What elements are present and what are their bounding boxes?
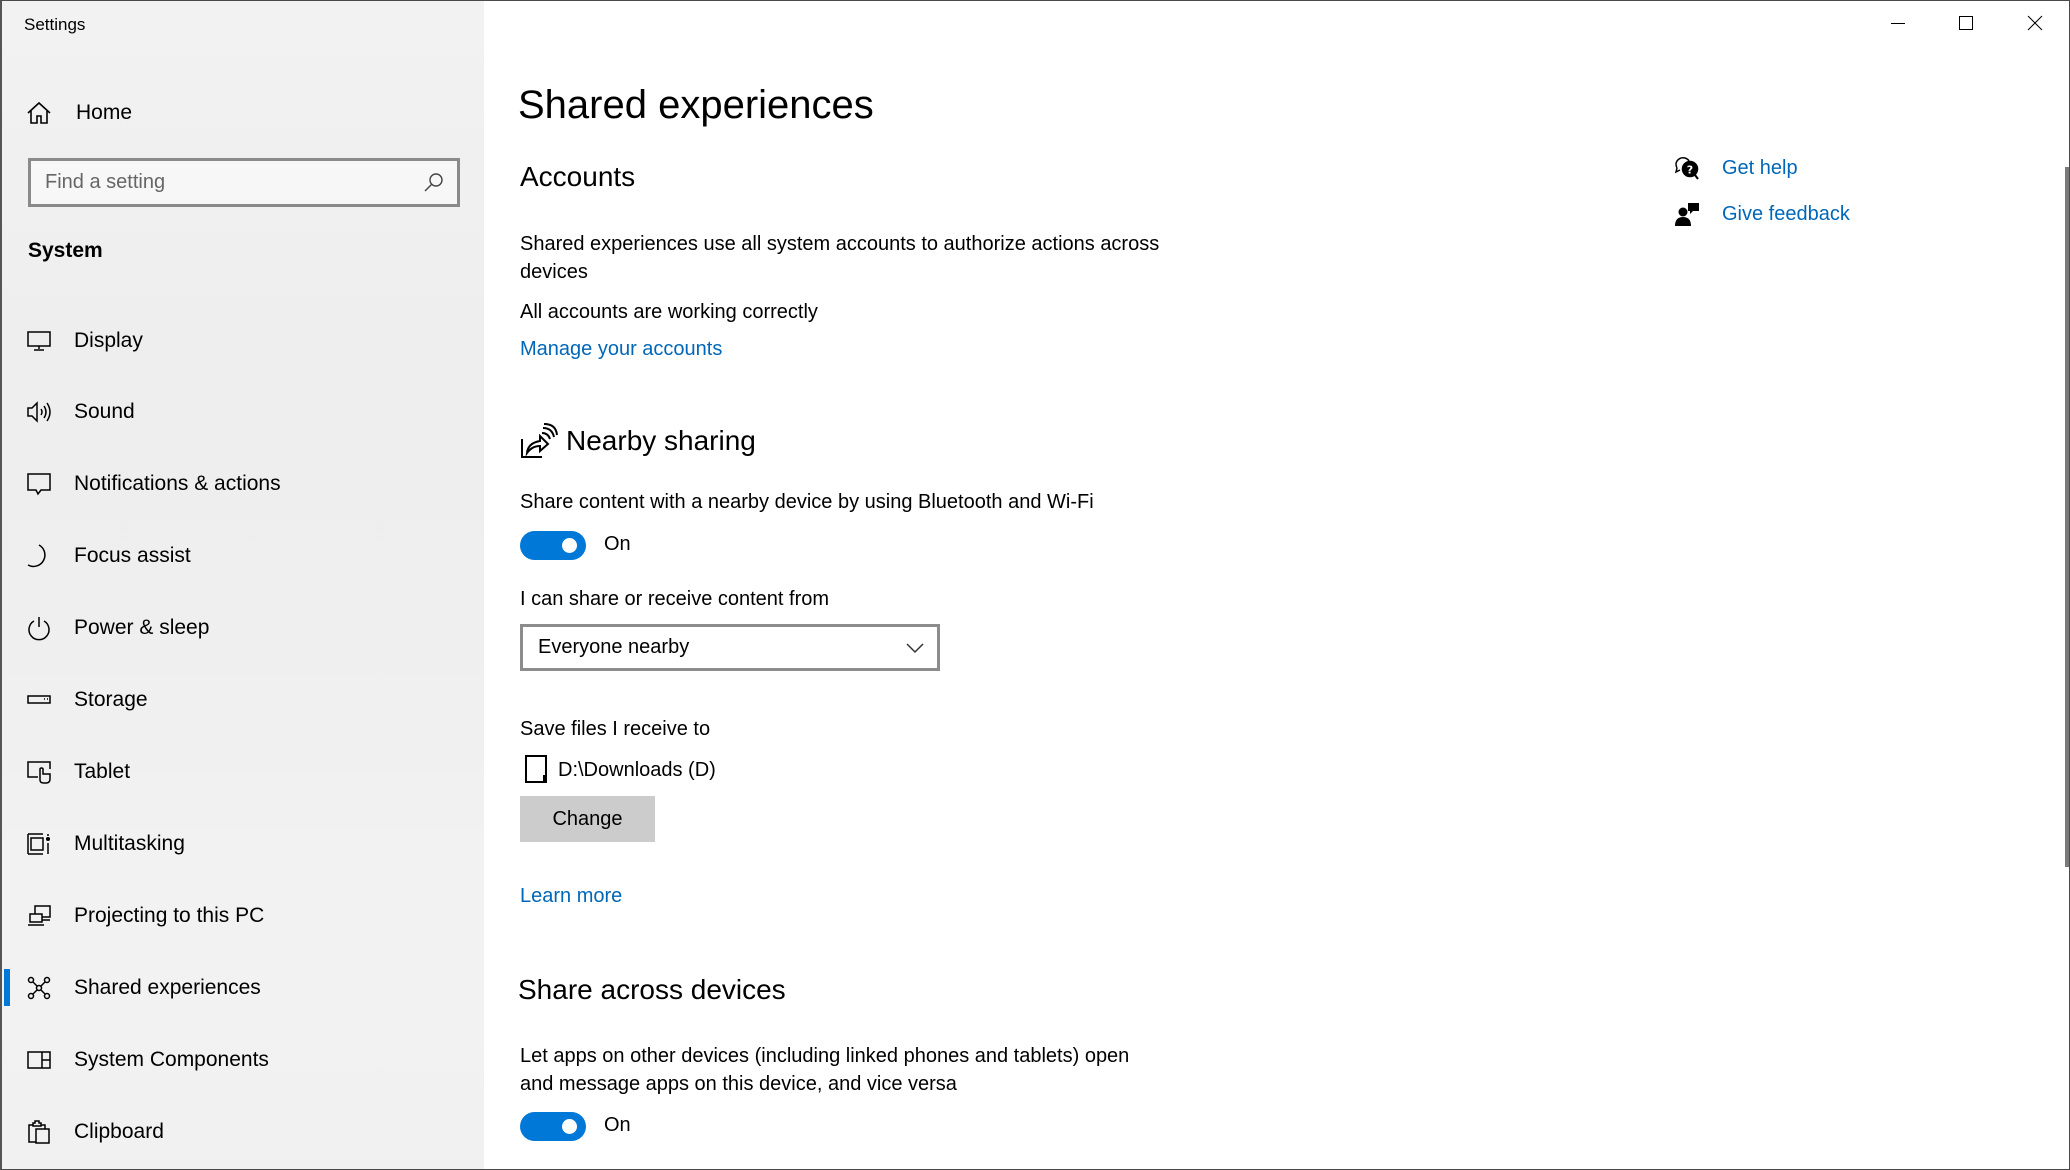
learn-more-link[interactable]: Learn more <box>520 885 622 908</box>
active-indicator <box>4 969 10 1006</box>
clipboard-icon <box>26 1119 52 1145</box>
moon-icon <box>26 543 52 569</box>
sidebar-item-power-sleep[interactable]: Power & sleep <box>2 598 484 658</box>
sidebar-item-storage[interactable]: Storage <box>2 670 484 730</box>
sidebar-home[interactable]: Home <box>26 93 466 133</box>
save-path: D:\Downloads (D) <box>558 759 716 781</box>
sidebar-item-tablet[interactable]: Tablet <box>2 742 484 802</box>
nearby-sharing-description: Share content with a nearby device by us… <box>520 491 1094 513</box>
svg-text:?: ? <box>1687 164 1693 177</box>
accounts-heading: Accounts <box>520 161 636 192</box>
notifications-icon <box>26 471 52 497</box>
projecting-icon <box>26 903 52 929</box>
sidebar-item-system-components[interactable]: System Components <box>2 1030 484 1090</box>
sidebar: Settings Home System Display Sound <box>2 1 484 1169</box>
manage-accounts-link[interactable]: Manage your accounts <box>520 338 722 361</box>
sidebar-item-label: Clipboard <box>74 1120 164 1143</box>
section-label-system: System <box>28 239 103 262</box>
minimize-button[interactable] <box>1864 1 1932 49</box>
maximize-button[interactable] <box>1932 1 2000 49</box>
page-title: Shared experiences <box>518 83 874 127</box>
sidebar-item-label: Multitasking <box>74 832 185 855</box>
drive-icon <box>524 754 550 784</box>
sidebar-item-shared-experiences[interactable]: Shared experiences <box>2 958 484 1018</box>
scrollbar-thumb[interactable] <box>2065 167 2069 867</box>
get-help-label[interactable]: Get help <box>1722 157 1798 180</box>
storage-icon <box>26 687 52 713</box>
nearby-sharing-icon <box>520 423 558 461</box>
give-feedback-icon <box>1674 201 1700 227</box>
home-label: Home <box>76 101 133 124</box>
chevron-down-icon <box>905 638 925 658</box>
tablet-icon <box>26 759 52 785</box>
save-files-label: Save files I receive to <box>520 718 711 740</box>
sound-icon <box>26 399 52 425</box>
accounts-description-line1: Shared experiences use all system accoun… <box>520 233 1160 255</box>
share-across-toggle[interactable] <box>520 1112 586 1141</box>
minimize-icon <box>1890 15 1906 36</box>
power-icon <box>26 615 52 641</box>
search-box[interactable] <box>28 158 460 207</box>
share-across-toggle-state: On <box>604 1114 631 1136</box>
close-button[interactable] <box>2001 1 2069 49</box>
toggle-knob <box>562 538 577 553</box>
close-icon <box>2027 15 2043 36</box>
nearby-sharing-heading: Nearby sharing <box>566 425 756 456</box>
get-help-link[interactable]: ? Get help <box>1674 151 1934 185</box>
multitasking-icon <box>26 831 52 857</box>
sidebar-item-label: Tablet <box>74 760 131 783</box>
share-across-description-line1: Let apps on other devices (including lin… <box>520 1045 1130 1067</box>
share-from-selected: Everyone nearby <box>538 636 690 658</box>
change-button[interactable]: Change <box>520 796 655 842</box>
sidebar-item-sound[interactable]: Sound <box>2 382 484 442</box>
sidebar-item-focus-assist[interactable]: Focus assist <box>2 526 484 586</box>
share-from-label: I can share or receive content from <box>520 588 830 610</box>
sidebar-item-projecting[interactable]: Projecting to this PC <box>2 886 484 946</box>
sidebar-item-display[interactable]: Display <box>2 311 484 371</box>
sidebar-item-label: Display <box>74 329 143 352</box>
sidebar-item-notifications[interactable]: Notifications & actions <box>2 454 484 514</box>
sidebar-item-label: Focus assist <box>74 544 191 567</box>
shared-experiences-icon <box>26 975 52 1001</box>
sidebar-item-label: Shared experiences <box>74 976 261 999</box>
search-input[interactable] <box>45 161 415 204</box>
search-icon[interactable] <box>423 171 445 193</box>
app-title: Settings <box>24 15 86 34</box>
accounts-description-line2: devices <box>520 261 588 283</box>
toggle-knob <box>562 1119 577 1134</box>
give-feedback-label[interactable]: Give feedback <box>1722 203 1850 226</box>
system-components-icon <box>26 1047 52 1073</box>
share-from-dropdown[interactable]: Everyone nearby <box>520 624 940 671</box>
sidebar-item-clipboard[interactable]: Clipboard <box>2 1102 484 1162</box>
sidebar-item-label: Power & sleep <box>74 616 210 639</box>
sidebar-item-label: System Components <box>74 1048 269 1071</box>
get-help-icon: ? <box>1674 155 1700 181</box>
home-icon <box>26 100 52 126</box>
accounts-status: All accounts are working correctly <box>520 301 818 323</box>
sidebar-item-label: Notifications & actions <box>74 472 281 495</box>
main-content: Shared experiences Accounts Shared exper… <box>484 1 2069 1169</box>
sidebar-item-label: Sound <box>74 400 135 423</box>
sidebar-item-label: Projecting to this PC <box>74 904 265 927</box>
display-icon <box>26 328 52 354</box>
share-across-description-line2: and message apps on this device, and vic… <box>520 1073 957 1095</box>
maximize-icon <box>1958 15 1974 36</box>
nearby-sharing-toggle[interactable] <box>520 531 586 560</box>
nearby-sharing-toggle-state: On <box>604 533 631 555</box>
give-feedback-link[interactable]: Give feedback <box>1674 197 1934 231</box>
settings-window: Settings Home System Display Sound <box>0 0 2070 1170</box>
sidebar-item-multitasking[interactable]: Multitasking <box>2 814 484 874</box>
sidebar-item-label: Storage <box>74 688 148 711</box>
share-across-devices-heading: Share across devices <box>518 974 786 1005</box>
